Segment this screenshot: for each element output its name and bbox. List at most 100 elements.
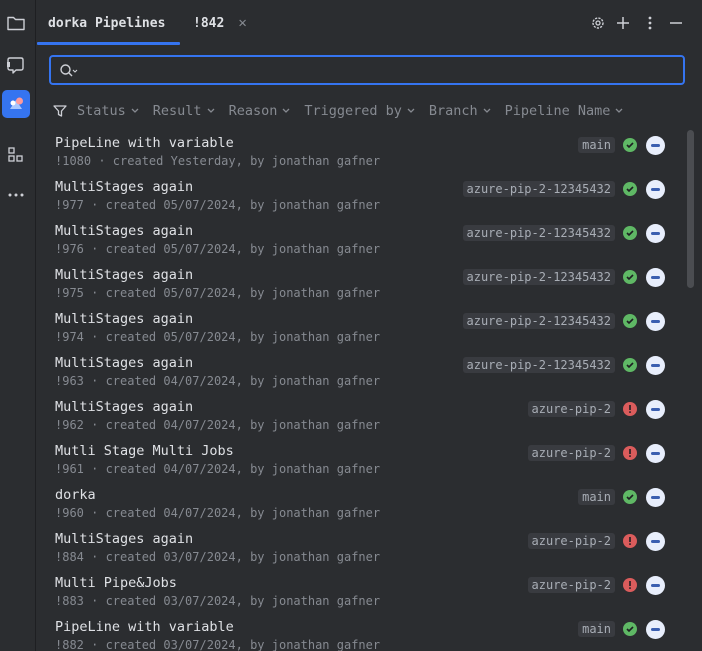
pipeline-row[interactable]: Mutli Stage Multi Jobs !961 · created 04/… — [37, 438, 683, 482]
filter-label: Result — [152, 103, 202, 119]
filter-label: Status — [77, 103, 126, 119]
pipelines-icon — [10, 97, 23, 109]
close-icon[interactable]: ✕ — [238, 15, 246, 31]
pipeline-subtitle: !962 · created 04/07/2024, by jonathan g… — [55, 418, 381, 432]
user-avatar-icon[interactable] — [646, 487, 665, 507]
pipeline-meta: azure-pip-2 — [527, 443, 665, 463]
pipeline-title: MultiStages again — [55, 311, 194, 327]
hide-panel-button[interactable] — [667, 14, 685, 32]
branch-badge: main — [578, 489, 615, 505]
tab-bar: dorka Pipelines !842 ✕ — [37, 0, 702, 46]
scrollbar-thumb[interactable] — [687, 130, 694, 288]
success-check-icon — [623, 270, 637, 284]
pipeline-row[interactable]: PipeLine with variable !1080 · created Ye… — [37, 130, 683, 174]
pipeline-subtitle: !884 · created 03/07/2024, by jonathan g… — [55, 550, 381, 564]
pipeline-meta: azure-pip-2-12345432 — [462, 311, 665, 331]
error-icon — [623, 446, 637, 460]
pipeline-row[interactable]: MultiStages again !975 · created 05/07/20… — [37, 262, 683, 306]
folder-icon — [7, 16, 25, 31]
pull-request-icon — [7, 57, 24, 74]
pipelines-tool-button[interactable] — [2, 90, 30, 118]
success-check-icon — [623, 314, 637, 328]
user-avatar-icon[interactable] — [646, 223, 665, 243]
branch-badge: azure-pip-2-12345432 — [462, 313, 615, 329]
pipeline-row[interactable]: dorka !960 · created 04/07/2024, by jonat… — [37, 482, 683, 526]
pipeline-row[interactable]: Multi Pipe&Jobs !883 · created 03/07/2024… — [37, 570, 683, 614]
pipeline-subtitle: !883 · created 03/07/2024, by jonathan g… — [55, 594, 381, 608]
filter-reason[interactable]: Reason — [229, 103, 291, 119]
pipeline-title: Multi Pipe&Jobs — [55, 575, 177, 591]
pipeline-row[interactable]: MultiStages again !977 · created 05/07/20… — [37, 174, 683, 218]
more-tool-windows-button[interactable] — [2, 181, 30, 209]
pipeline-meta: azure-pip-2-12345432 — [462, 223, 665, 243]
user-avatar-icon[interactable] — [646, 443, 665, 463]
search-input[interactable] — [83, 61, 673, 79]
more-icon — [8, 193, 24, 197]
pipeline-meta: azure-pip-2 — [527, 531, 665, 551]
error-icon — [623, 578, 637, 592]
chevron-down-icon — [282, 108, 290, 113]
tool-window-bar — [0, 0, 36, 651]
pipeline-row[interactable]: MultiStages again !963 · created 04/07/20… — [37, 350, 683, 394]
pipeline-meta: azure-pip-2-12345432 — [462, 267, 665, 287]
success-check-icon — [623, 138, 637, 152]
user-avatar-icon[interactable] — [646, 179, 665, 199]
user-avatar-icon[interactable] — [646, 135, 665, 155]
chevron-down-icon — [407, 108, 415, 113]
settings-button[interactable] — [589, 14, 607, 32]
search-icon — [60, 64, 78, 77]
filter-status[interactable]: Status — [77, 103, 139, 119]
user-avatar-icon[interactable] — [646, 355, 665, 375]
pipeline-subtitle: !975 · created 05/07/2024, by jonathan g… — [55, 286, 381, 300]
pipeline-row[interactable]: MultiStages again !974 · created 05/07/20… — [37, 306, 683, 350]
structure-tool-button[interactable] — [2, 141, 30, 169]
user-avatar-icon[interactable] — [646, 311, 665, 331]
search-box[interactable] — [49, 55, 685, 85]
project-tool-button[interactable] — [2, 9, 30, 37]
pipeline-title: PipeLine with variable — [55, 135, 234, 151]
success-check-icon — [623, 226, 637, 240]
tab-842[interactable]: !842 ✕ — [193, 0, 293, 46]
user-avatar-icon[interactable] — [646, 399, 665, 419]
success-check-icon — [623, 182, 637, 196]
pipeline-row[interactable]: MultiStages again !962 · created 04/07/20… — [37, 394, 683, 438]
pipeline-subtitle: !882 · created 03/07/2024, by jonathan g… — [55, 638, 381, 651]
options-menu-button[interactable] — [641, 14, 659, 32]
filter-bar: Status Result Reason Triggered by Branch… — [53, 100, 637, 122]
filter-icon[interactable] — [53, 104, 67, 118]
filter-pipeline-name[interactable]: Pipeline Name — [505, 103, 624, 119]
success-check-icon — [623, 490, 637, 504]
chevron-down-icon — [207, 108, 215, 113]
branch-badge: azure-pip-2 — [527, 533, 615, 549]
user-avatar-icon[interactable] — [646, 267, 665, 287]
pull-requests-tool-button[interactable] — [2, 51, 30, 79]
pipeline-row[interactable]: PipeLine with variable !882 · created 03/… — [37, 614, 683, 651]
pipeline-subtitle: !974 · created 05/07/2024, by jonathan g… — [55, 330, 381, 344]
filter-label: Pipeline Name — [504, 103, 611, 119]
filter-branch[interactable]: Branch — [429, 103, 491, 119]
tab-dorka-pipelines[interactable]: dorka Pipelines — [37, 0, 180, 46]
branch-badge: azure-pip-2-12345432 — [462, 181, 615, 197]
user-avatar-icon[interactable] — [646, 575, 665, 595]
user-avatar-icon[interactable] — [646, 619, 665, 639]
branch-badge: azure-pip-2-12345432 — [462, 225, 615, 241]
pipeline-subtitle: !961 · created 04/07/2024, by jonathan g… — [55, 462, 381, 476]
success-check-icon — [623, 622, 637, 636]
chevron-down-icon — [483, 108, 491, 113]
filter-triggered-by[interactable]: Triggered by — [304, 103, 415, 119]
pipeline-subtitle: !976 · created 05/07/2024, by jonathan g… — [55, 242, 381, 256]
add-button[interactable] — [614, 14, 632, 32]
pipeline-subtitle: !1080 · created Yesterday, by jonathan g… — [55, 154, 381, 168]
pipeline-row[interactable]: MultiStages again !884 · created 03/07/20… — [37, 526, 683, 570]
pipeline-subtitle: !963 · created 04/07/2024, by jonathan g… — [55, 374, 381, 388]
pipeline-title: PipeLine with variable — [55, 619, 234, 635]
filter-result[interactable]: Result — [153, 103, 215, 119]
chevron-down-icon — [615, 108, 623, 113]
pipeline-meta: main — [578, 619, 665, 639]
pipeline-row[interactable]: MultiStages again !976 · created 05/07/20… — [37, 218, 683, 262]
branch-badge: azure-pip-2 — [527, 445, 615, 461]
filter-label: Branch — [428, 103, 478, 119]
user-avatar-icon[interactable] — [646, 531, 665, 551]
chevron-down-icon — [131, 108, 139, 113]
error-icon — [623, 534, 637, 548]
